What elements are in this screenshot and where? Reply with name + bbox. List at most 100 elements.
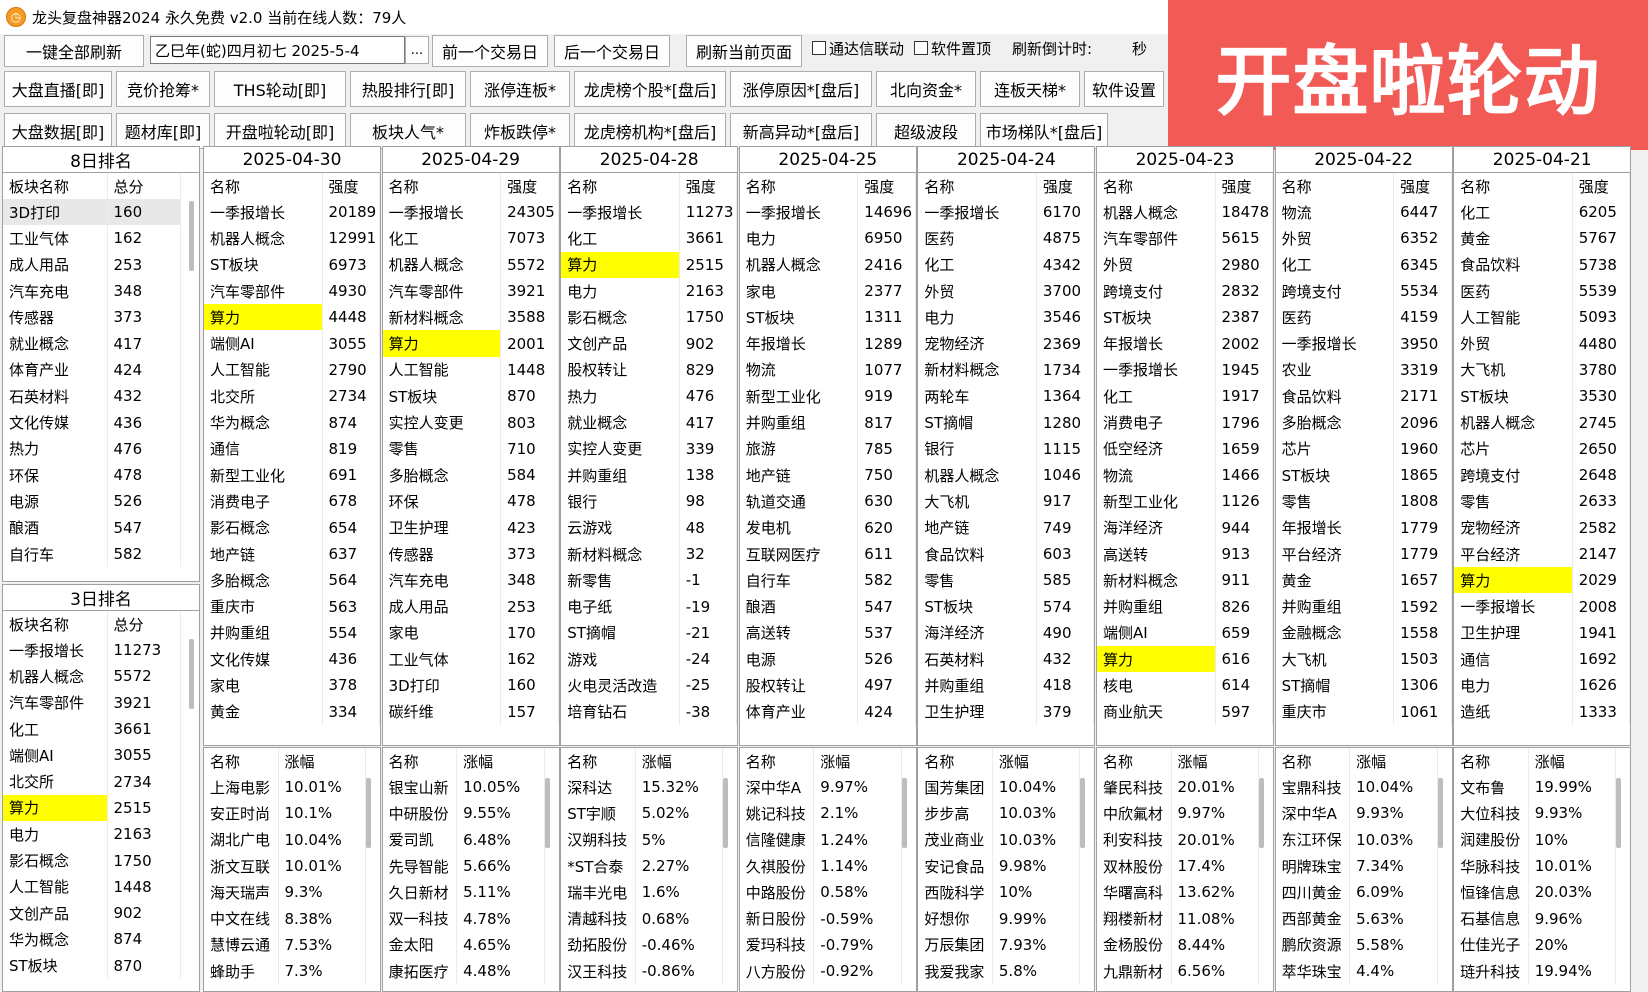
table-row[interactable]: 成人用品 253: [382, 593, 559, 620]
nav-button-1-2[interactable]: 竞价抢筹*: [116, 71, 210, 107]
table-row[interactable]: 机器人概念 12991: [204, 225, 380, 252]
table-row[interactable]: 西陇科学 10%: [918, 879, 1081, 906]
table-row[interactable]: 双一科技 4.78%: [382, 905, 545, 932]
table-row[interactable]: 轨道交通 630: [739, 488, 916, 515]
table-row[interactable]: 机器人概念 2416: [739, 251, 916, 278]
table-row[interactable]: 上海电影 10.01%: [204, 774, 366, 801]
table-row[interactable]: 汽车零部件 3921: [3, 689, 181, 716]
table-row[interactable]: 电子纸 -19: [561, 593, 738, 620]
table-row[interactable]: 中研股份 9.55%: [382, 800, 545, 827]
table-row[interactable]: 工业气体 162: [382, 646, 559, 673]
table-row[interactable]: 卫生护理 423: [382, 514, 559, 541]
table-row[interactable]: 实控人变更 803: [382, 409, 559, 436]
vertical-scrollbar[interactable]: [1259, 778, 1264, 848]
table-row[interactable]: 汽车零部件 5615: [1097, 225, 1273, 252]
refresh-all-button[interactable]: 一键全部刷新: [4, 35, 144, 67]
table-row[interactable]: 中欣氟材 9.97%: [1097, 800, 1259, 827]
table-row[interactable]: 海洋经济 490: [918, 619, 1095, 647]
table-row[interactable]: 琏升科技 19.94%: [1454, 958, 1617, 985]
table-row[interactable]: 海洋经济 944: [1097, 514, 1273, 541]
table-row[interactable]: 化工 1917: [1097, 383, 1273, 410]
nav-button-2-4[interactable]: 板块人气*: [350, 113, 466, 149]
table-row[interactable]: 电力 3546: [918, 304, 1095, 331]
table-row[interactable]: 万辰集团 7.93%: [918, 931, 1081, 959]
table-row[interactable]: 影石概念 1750: [3, 847, 181, 874]
nav-button-1-6[interactable]: 龙虎榜个股*[盘后]: [574, 71, 726, 107]
vertical-scrollbar[interactable]: [189, 639, 194, 709]
refresh-page-button[interactable]: 刷新当前页面: [686, 35, 802, 67]
table-row[interactable]: 金融概念 1558: [1275, 619, 1452, 647]
table-row[interactable]: 文布鲁 19.99%: [1454, 774, 1617, 801]
table-row[interactable]: 电力 6950: [739, 225, 916, 252]
table-row[interactable]: 自行车 582: [3, 540, 181, 568]
table-row[interactable]: 大飞机 1503: [1275, 646, 1452, 673]
table-row[interactable]: 石英材料 432: [918, 646, 1095, 673]
vertical-scrollbar[interactable]: [723, 778, 729, 848]
table-row[interactable]: 八方股份 -0.92%: [739, 958, 902, 985]
table-row[interactable]: 一季报增长 20189: [204, 199, 380, 226]
table-row[interactable]: 文化传媒 436: [204, 646, 380, 673]
table-row[interactable]: 并购重组 554: [204, 619, 380, 647]
table-row[interactable]: 端侧AI 659: [1097, 619, 1273, 647]
table-row[interactable]: 酿酒 547: [3, 514, 181, 541]
table-row[interactable]: 宠物经济 2582: [1454, 514, 1631, 541]
table-row[interactable]: 3D打印 160: [382, 672, 559, 699]
table-row[interactable]: 并购重组 418: [918, 672, 1095, 699]
table-row[interactable]: 一季报增长 14696: [739, 199, 916, 226]
table-row[interactable]: 物流 1077: [739, 356, 916, 384]
table-row[interactable]: 久日新材 5.11%: [382, 879, 545, 906]
date-input[interactable]: 乙巳年(蛇)四月初七 2025-5-4: [150, 36, 405, 64]
nav-button-2-6[interactable]: 龙虎榜机构*[盘后]: [574, 113, 726, 149]
table-row[interactable]: 银行 98: [561, 488, 738, 515]
table-row[interactable]: ST摘帽 1280: [918, 409, 1095, 436]
table-row[interactable]: 零售 585: [918, 567, 1095, 594]
table-row[interactable]: 就业概念 417: [561, 409, 738, 436]
table-row[interactable]: 食品饮料 2171: [1275, 383, 1452, 410]
vertical-scrollbar[interactable]: [366, 778, 371, 848]
table-row[interactable]: 股权转让 497: [739, 672, 916, 699]
table-row[interactable]: 商业航天 597: [1097, 698, 1273, 725]
table-row[interactable]: 北交所 2734: [3, 768, 181, 795]
table-row[interactable]: 恒锋信息 20.03%: [1454, 879, 1617, 906]
table-row[interactable]: 华为概念 874: [3, 926, 181, 953]
table-row[interactable]: 医药 5539: [1454, 277, 1631, 305]
table-row[interactable]: 明牌珠宝 7.34%: [1275, 852, 1438, 880]
table-row[interactable]: *ST合泰 2.27%: [561, 852, 724, 880]
table-row[interactable]: ST宇顺 5.02%: [561, 800, 724, 827]
table-row[interactable]: 化工 4342: [918, 251, 1095, 278]
vertical-scrollbar[interactable]: [901, 778, 907, 848]
table-row[interactable]: 久祺股份 1.14%: [739, 852, 902, 880]
prev-trading-day-button[interactable]: 前一个交易日: [432, 35, 548, 67]
table-row[interactable]: 卫生护理 379: [918, 698, 1095, 725]
table-row[interactable]: 酿酒 547: [739, 593, 916, 620]
table-row[interactable]: 外贸 2980: [1097, 251, 1273, 278]
table-row[interactable]: 化工 3661: [3, 715, 181, 743]
table-row[interactable]: 重庆市 563: [204, 593, 380, 620]
table-row[interactable]: 年报增长 1289: [739, 330, 916, 357]
table-row[interactable]: 机器人概念 18478: [1097, 199, 1273, 226]
table-row[interactable]: 海天瑞声 9.3%: [204, 879, 366, 906]
table-row[interactable]: 培育钻石 -38: [561, 698, 738, 725]
table-row[interactable]: 机器人概念 2745: [1454, 409, 1631, 436]
table-row[interactable]: 低空经济 1659: [1097, 435, 1273, 462]
table-row[interactable]: 人工智能 5093: [1454, 304, 1631, 331]
table-row[interactable]: 肇民科技 20.01%: [1097, 774, 1259, 801]
table-row[interactable]: 电力 2163: [3, 821, 181, 848]
table-row[interactable]: 并购重组 826: [1097, 593, 1273, 620]
table-row[interactable]: 鹏欣资源 5.58%: [1275, 931, 1438, 959]
table-row[interactable]: 传感器 373: [382, 540, 559, 568]
table-row[interactable]: 一季报增长 3950: [1275, 330, 1452, 357]
table-row[interactable]: 步步高 10.03%: [918, 800, 1081, 827]
table-row[interactable]: 并购重组 1592: [1275, 593, 1452, 620]
nav-button-1-3[interactable]: THS轮动[即]: [214, 71, 346, 107]
table-row[interactable]: 环保 478: [3, 461, 181, 489]
table-row[interactable]: 宠物经济 2369: [918, 330, 1095, 357]
table-row[interactable]: 重庆市 1061: [1275, 698, 1452, 725]
table-row[interactable]: 安正时尚 10.1%: [204, 800, 366, 827]
table-row[interactable]: 影石概念 654: [204, 514, 380, 541]
table-row[interactable]: 利安科技 20.01%: [1097, 826, 1259, 853]
table-row[interactable]: 慧博云通 7.53%: [204, 931, 366, 959]
nav-button-2-9[interactable]: 市场梯队*[盘后]: [980, 113, 1108, 149]
table-row[interactable]: 体育产业 424: [739, 698, 916, 725]
vertical-scrollbar[interactable]: [1437, 778, 1443, 848]
